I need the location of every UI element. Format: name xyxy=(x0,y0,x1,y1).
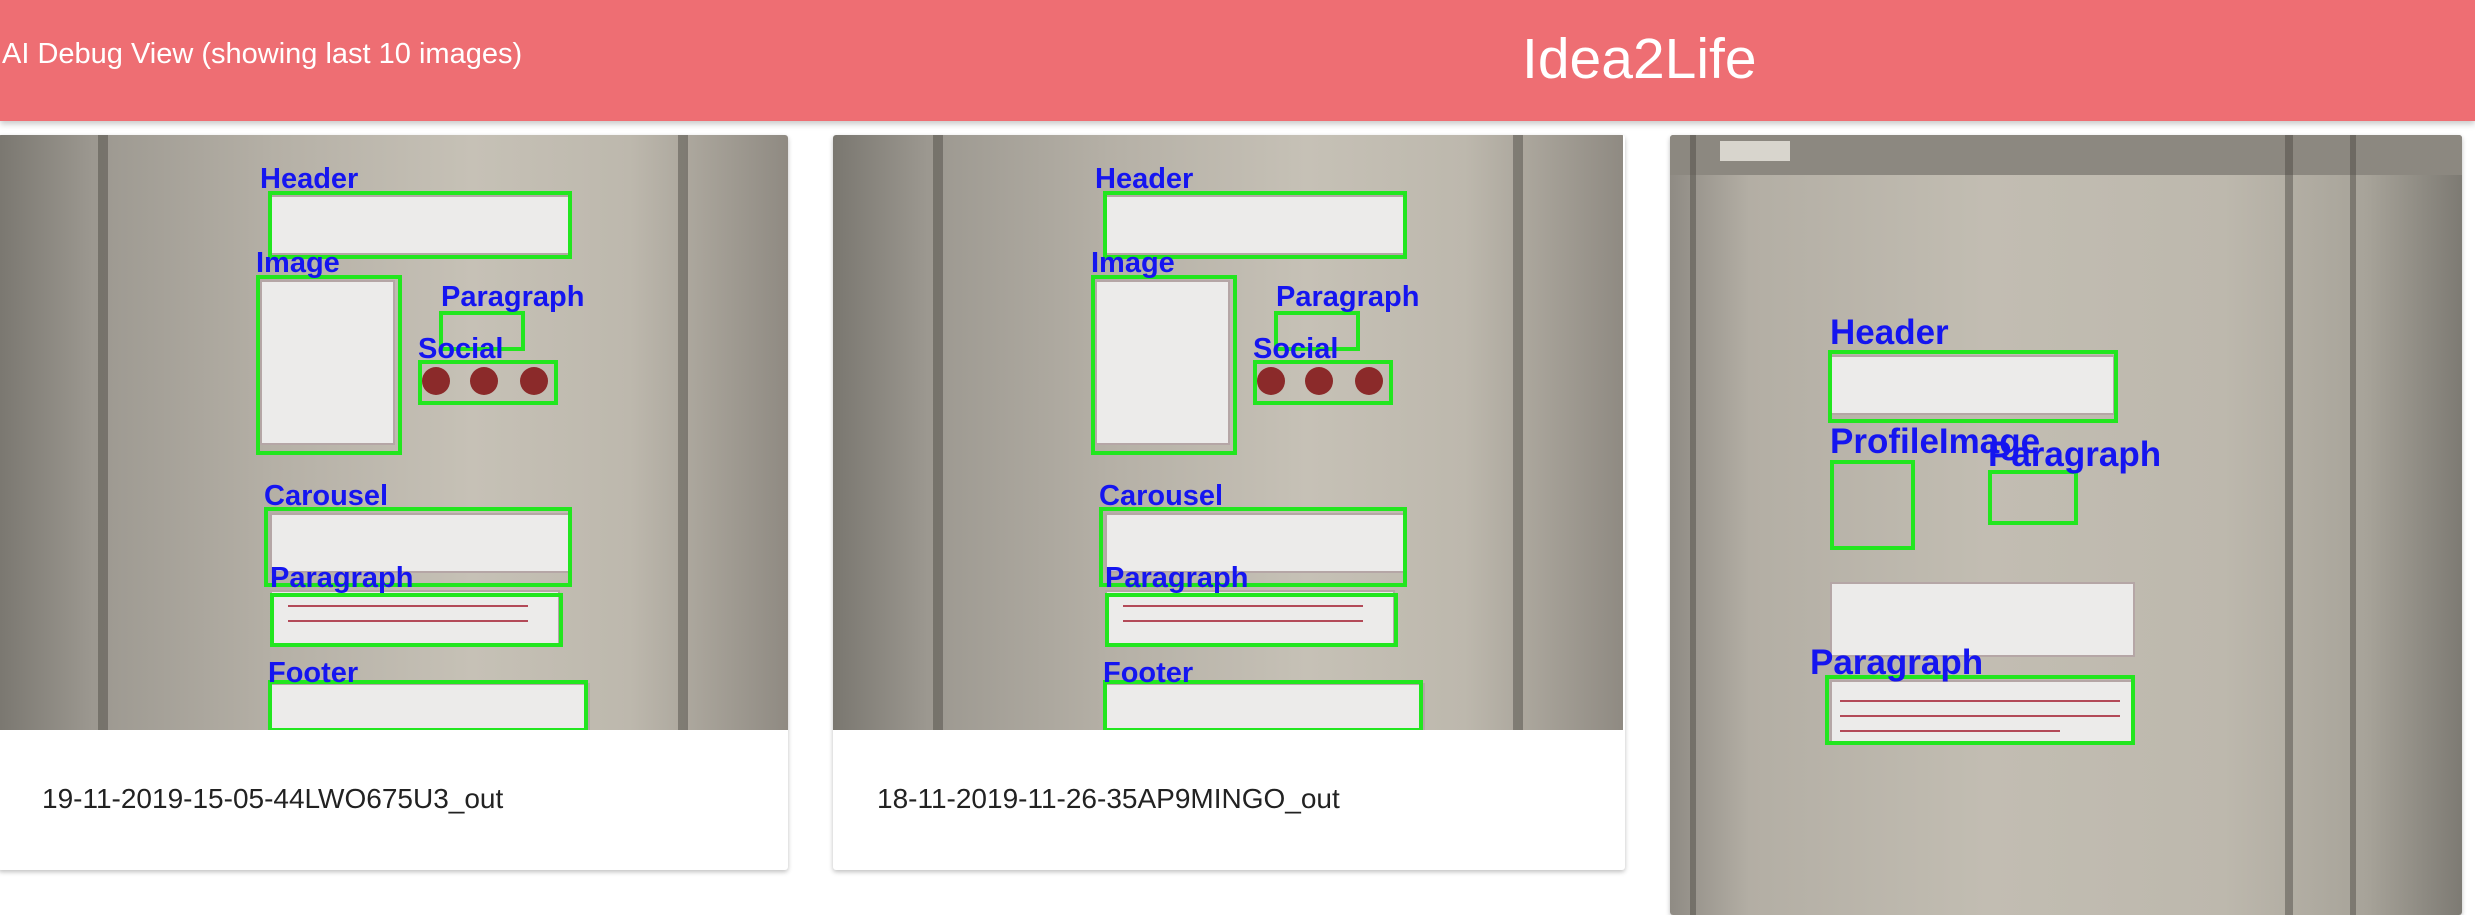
detection-label: Header xyxy=(1095,163,1194,195)
detection-label: Image xyxy=(1091,247,1175,279)
detection-label: Paragraph xyxy=(1810,643,1984,682)
annotated-photo: Header ProfileImage Paragraph Paragraph xyxy=(1670,135,2462,915)
detection-label: Carousel xyxy=(1099,480,1224,512)
brand-logo[interactable]: Idea2Life xyxy=(1522,26,1757,92)
detection-label: Paragraph xyxy=(1276,281,1420,313)
detection-label: Paragraph xyxy=(1105,562,1249,594)
image-caption: 18-11-2019-11-26-35AP9MINGO_out xyxy=(877,783,1340,814)
detection-label: Social xyxy=(418,333,504,365)
detection-label: Social xyxy=(1253,333,1339,365)
detection-label: Footer xyxy=(1103,657,1194,689)
detection-label: Paragraph xyxy=(270,562,414,594)
image-card[interactable]: Header Image Paragraph Social Carousel P… xyxy=(0,135,788,870)
image-card[interactable]: Header ProfileImage Paragraph Paragraph xyxy=(1670,135,2462,915)
detection-label: Carousel xyxy=(264,480,389,512)
debug-view-title: AI Debug View (showing last 10 images) xyxy=(2,38,523,70)
detection-label: Paragraph xyxy=(441,281,585,313)
image-card[interactable]: Header Image Paragraph Social Carousel P… xyxy=(833,135,1625,870)
detection-label: Footer xyxy=(268,657,359,689)
top-navbar: AI Debug View (showing last 10 images) I… xyxy=(0,0,2475,121)
detection-label: Paragraph xyxy=(1988,435,2162,474)
image-caption: 19-11-2019-15-05-44LWO675U3_out xyxy=(42,783,504,814)
detection-label: Header xyxy=(260,163,359,195)
detection-label: Header xyxy=(1830,313,1949,352)
detection-label: Image xyxy=(256,247,340,279)
annotated-photo: Header Image Paragraph Social Carousel P… xyxy=(0,135,788,730)
annotated-photo: Header Image Paragraph Social Carousel P… xyxy=(833,135,1623,730)
